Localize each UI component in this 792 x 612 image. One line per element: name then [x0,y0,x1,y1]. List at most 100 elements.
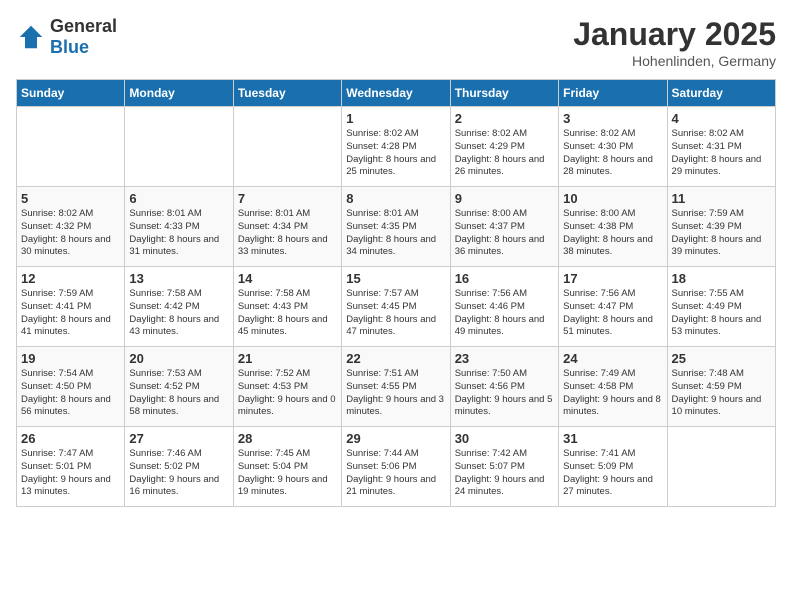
day-number: 7 [238,191,337,206]
cell-data: Sunrise: 7:58 AM Sunset: 4:42 PM Dayligh… [129,288,228,339]
cell-data: Sunrise: 7:45 AM Sunset: 5:04 PM Dayligh… [238,448,337,499]
calendar-cell: 1 Sunrise: 8:02 AM Sunset: 4:28 PM Daylig… [342,107,450,187]
day-number: 25 [672,351,771,366]
cell-data: Sunrise: 7:56 AM Sunset: 4:46 PM Dayligh… [455,288,554,339]
day-header-tuesday: Tuesday [233,80,341,107]
calendar-week-5: 26 Sunrise: 7:47 AM Sunset: 5:01 PM Dayli… [17,427,776,507]
cell-data: Sunrise: 7:50 AM Sunset: 4:56 PM Dayligh… [455,368,554,419]
calendar-cell: 19Sunrise: 7:54 AM Sunset: 4:50 PM Dayli… [17,347,125,427]
cell-data: Sunrise: 7:42 AM Sunset: 5:07 PM Dayligh… [455,448,554,499]
calendar-cell: 26 Sunrise: 7:47 AM Sunset: 5:01 PM Dayli… [17,427,125,507]
day-number: 23 [455,351,554,366]
cell-data: Sunrise: 7:54 AM Sunset: 4:50 PM Dayligh… [21,368,120,419]
cell-data: Sunrise: 7:48 AM Sunset: 4:59 PM Dayligh… [672,368,771,419]
calendar-cell: 13 Sunrise: 7:58 AM Sunset: 4:42 PM Dayli… [125,267,233,347]
day-header-thursday: Thursday [450,80,558,107]
cell-data: Sunrise: 8:02 AM Sunset: 4:29 PM Dayligh… [455,128,554,179]
day-number: 6 [129,191,228,206]
calendar-cell: 22 Sunrise: 7:51 AM Sunset: 4:55 PM Dayli… [342,347,450,427]
calendar-cell: 2 Sunrise: 8:02 AM Sunset: 4:29 PM Daylig… [450,107,558,187]
logo: General Blue [16,16,117,58]
day-number: 13 [129,271,228,286]
calendar-cell: 4 Sunrise: 8:02 AM Sunset: 4:31 PM Daylig… [667,107,775,187]
day-number: 26 [21,431,120,446]
day-number: 3 [563,111,662,126]
day-number: 22 [346,351,445,366]
calendar-cell: 11Sunrise: 7:59 AM Sunset: 4:39 PM Dayli… [667,187,775,267]
day-number: 28 [238,431,337,446]
cell-data: Sunrise: 8:02 AM Sunset: 4:30 PM Dayligh… [563,128,662,179]
calendar-week-3: 12 Sunrise: 7:59 AM Sunset: 4:41 PM Dayli… [17,267,776,347]
calendar-cell [125,107,233,187]
cell-data: Sunrise: 7:47 AM Sunset: 5:01 PM Dayligh… [21,448,120,499]
page-header: General Blue January 2025 Hohenlinden, G… [16,16,776,69]
calendar-cell: 10Sunrise: 8:00 AM Sunset: 4:38 PM Dayli… [559,187,667,267]
day-number: 2 [455,111,554,126]
day-number: 29 [346,431,445,446]
calendar-cell [667,427,775,507]
calendar-cell: 25 Sunrise: 7:48 AM Sunset: 4:59 PM Dayli… [667,347,775,427]
month-title: January 2025 [573,16,776,53]
cell-data: Sunrise: 7:53 AM Sunset: 4:52 PM Dayligh… [129,368,228,419]
cell-data: Sunrise: 8:00 AM Sunset: 4:37 PM Dayligh… [455,208,554,259]
calendar-week-2: 5Sunrise: 8:02 AM Sunset: 4:32 PM Daylig… [17,187,776,267]
calendar-cell: 30 Sunrise: 7:42 AM Sunset: 5:07 PM Dayli… [450,427,558,507]
day-number: 18 [672,271,771,286]
cell-data: Sunrise: 8:02 AM Sunset: 4:31 PM Dayligh… [672,128,771,179]
day-number: 27 [129,431,228,446]
day-number: 14 [238,271,337,286]
cell-data: Sunrise: 7:46 AM Sunset: 5:02 PM Dayligh… [129,448,228,499]
calendar-cell: 27 Sunrise: 7:46 AM Sunset: 5:02 PM Dayli… [125,427,233,507]
day-header-wednesday: Wednesday [342,80,450,107]
day-number: 20 [129,351,228,366]
cell-data: Sunrise: 7:41 AM Sunset: 5:09 PM Dayligh… [563,448,662,499]
day-header-friday: Friday [559,80,667,107]
day-number: 8 [346,191,445,206]
cell-data: Sunrise: 7:44 AM Sunset: 5:06 PM Dayligh… [346,448,445,499]
day-number: 1 [346,111,445,126]
cell-data: Sunrise: 8:01 AM Sunset: 4:35 PM Dayligh… [346,208,445,259]
day-number: 4 [672,111,771,126]
day-number: 11 [672,191,771,206]
calendar-cell [233,107,341,187]
cell-data: Sunrise: 8:01 AM Sunset: 4:34 PM Dayligh… [238,208,337,259]
logo-general-text: General [50,16,117,36]
cell-data: Sunrise: 7:59 AM Sunset: 4:41 PM Dayligh… [21,288,120,339]
day-number: 16 [455,271,554,286]
calendar-cell: 18Sunrise: 7:55 AM Sunset: 4:49 PM Dayli… [667,267,775,347]
logo-blue-text: Blue [50,37,89,57]
day-number: 17 [563,271,662,286]
calendar-table: SundayMondayTuesdayWednesdayThursdayFrid… [16,79,776,507]
calendar-cell: 21Sunrise: 7:52 AM Sunset: 4:53 PM Dayli… [233,347,341,427]
cell-data: Sunrise: 8:02 AM Sunset: 4:28 PM Dayligh… [346,128,445,179]
calendar-cell [17,107,125,187]
day-header-monday: Monday [125,80,233,107]
calendar-cell: 17Sunrise: 7:56 AM Sunset: 4:47 PM Dayli… [559,267,667,347]
calendar-cell: 16 Sunrise: 7:56 AM Sunset: 4:46 PM Dayli… [450,267,558,347]
calendar-cell: 7 Sunrise: 8:01 AM Sunset: 4:34 PM Daylig… [233,187,341,267]
calendar-cell: 31 Sunrise: 7:41 AM Sunset: 5:09 PM Dayli… [559,427,667,507]
calendar-cell: 14Sunrise: 7:58 AM Sunset: 4:43 PM Dayli… [233,267,341,347]
calendar-cell: 28 Sunrise: 7:45 AM Sunset: 5:04 PM Dayli… [233,427,341,507]
day-number: 5 [21,191,120,206]
day-number: 31 [563,431,662,446]
calendar-cell: 29 Sunrise: 7:44 AM Sunset: 5:06 PM Dayli… [342,427,450,507]
day-number: 30 [455,431,554,446]
day-number: 15 [346,271,445,286]
day-header-saturday: Saturday [667,80,775,107]
calendar-cell: 9 Sunrise: 8:00 AM Sunset: 4:37 PM Daylig… [450,187,558,267]
calendar-cell: 20 Sunrise: 7:53 AM Sunset: 4:52 PM Dayli… [125,347,233,427]
calendar-cell: 6Sunrise: 8:01 AM Sunset: 4:33 PM Daylig… [125,187,233,267]
calendar-cell: 3 Sunrise: 8:02 AM Sunset: 4:30 PM Daylig… [559,107,667,187]
day-number: 12 [21,271,120,286]
cell-data: Sunrise: 7:52 AM Sunset: 4:53 PM Dayligh… [238,368,337,419]
cell-data: Sunrise: 7:51 AM Sunset: 4:55 PM Dayligh… [346,368,445,419]
calendar-cell: 24Sunrise: 7:49 AM Sunset: 4:58 PM Dayli… [559,347,667,427]
calendar-cell: 8 Sunrise: 8:01 AM Sunset: 4:35 PM Daylig… [342,187,450,267]
calendar-header-row: SundayMondayTuesdayWednesdayThursdayFrid… [17,80,776,107]
title-area: January 2025 Hohenlinden, Germany [573,16,776,69]
day-number: 10 [563,191,662,206]
day-number: 9 [455,191,554,206]
cell-data: Sunrise: 7:57 AM Sunset: 4:45 PM Dayligh… [346,288,445,339]
calendar-week-1: 1 Sunrise: 8:02 AM Sunset: 4:28 PM Daylig… [17,107,776,187]
